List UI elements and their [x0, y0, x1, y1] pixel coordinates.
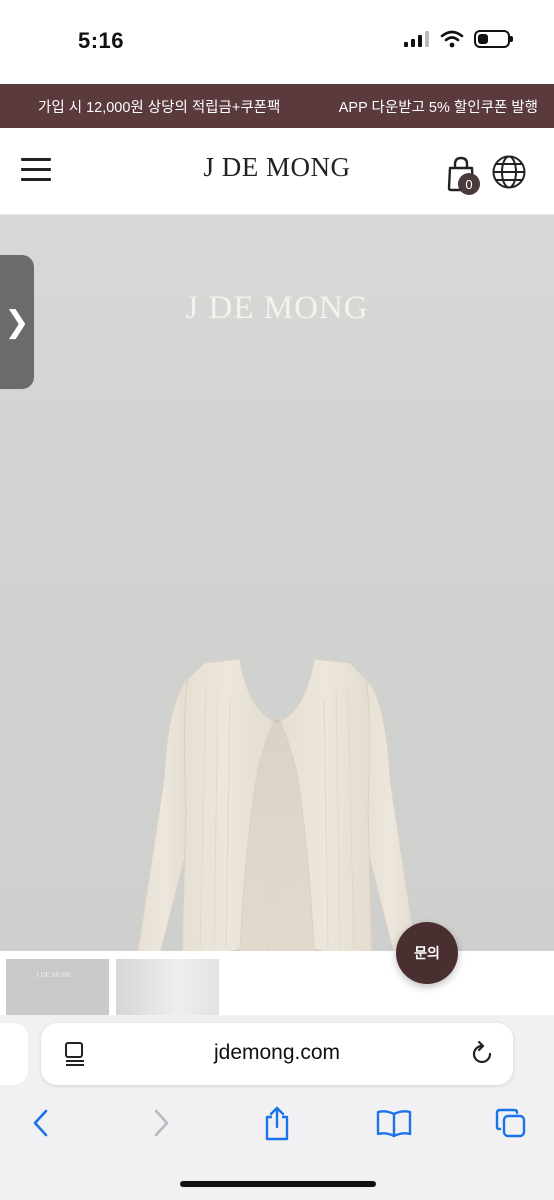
- inquiry-button[interactable]: 문의: [396, 922, 458, 984]
- url-text[interactable]: jdemong.com: [41, 1041, 513, 1065]
- tabs-button[interactable]: [489, 1101, 533, 1145]
- browser-chrome: jdemong.com: [0, 1015, 554, 1200]
- thumbnail-strip: J DE MONG: [0, 951, 554, 1015]
- share-button[interactable]: [255, 1101, 299, 1145]
- side-tab-toggle[interactable]: ❯: [0, 255, 34, 389]
- promo-app-text[interactable]: APP 다운받고 5% 할인쿠폰 발행: [339, 96, 538, 117]
- browser-toolbar: [0, 1101, 554, 1145]
- site-header: J DE MONG 0: [0, 128, 554, 215]
- cardigan-product-image[interactable]: [128, 659, 426, 951]
- status-time: 5:16: [78, 28, 125, 53]
- globe-icon[interactable]: [491, 154, 527, 190]
- bookmarks-button[interactable]: [372, 1101, 416, 1145]
- signal-icon: [404, 31, 429, 47]
- bookmarks-icon: [376, 1110, 412, 1138]
- wifi-icon: [440, 30, 464, 48]
- share-icon: [265, 1106, 289, 1141]
- promo-signup-text[interactable]: 가입 시 12,000원 상당의 적립금+쿠폰팩: [38, 96, 280, 117]
- hero-banner[interactable]: J DE MONG: [0, 215, 554, 951]
- reload-icon[interactable]: [469, 1041, 495, 1067]
- chevron-right-icon: ❯: [4, 305, 30, 339]
- forward-button[interactable]: [139, 1101, 183, 1145]
- cart-count-badge: 0: [458, 173, 480, 195]
- address-bar[interactable]: jdemong.com: [41, 1023, 513, 1085]
- thumbnail-1[interactable]: J DE MONG: [6, 959, 109, 1015]
- back-button[interactable]: [19, 1101, 63, 1145]
- home-indicator[interactable]: [180, 1181, 376, 1187]
- forward-icon: [154, 1109, 169, 1137]
- thumbnail-2[interactable]: [116, 959, 219, 1015]
- hero-logo: J DE MONG: [185, 290, 369, 326]
- back-icon: [33, 1109, 48, 1137]
- tabs-icon: [495, 1108, 526, 1138]
- thumbnail-logo: J DE MONG: [36, 971, 73, 979]
- status-icons: [404, 30, 513, 48]
- promo-banner[interactable]: 가입 시 12,000원 상당의 적립금+쿠폰팩 APP 다운받고 5% 할인쿠…: [0, 84, 554, 128]
- previous-tab-card[interactable]: [0, 1023, 28, 1085]
- battery-level: [478, 34, 488, 44]
- status-bar: 5:16: [0, 0, 554, 84]
- battery-icon: [474, 30, 513, 48]
